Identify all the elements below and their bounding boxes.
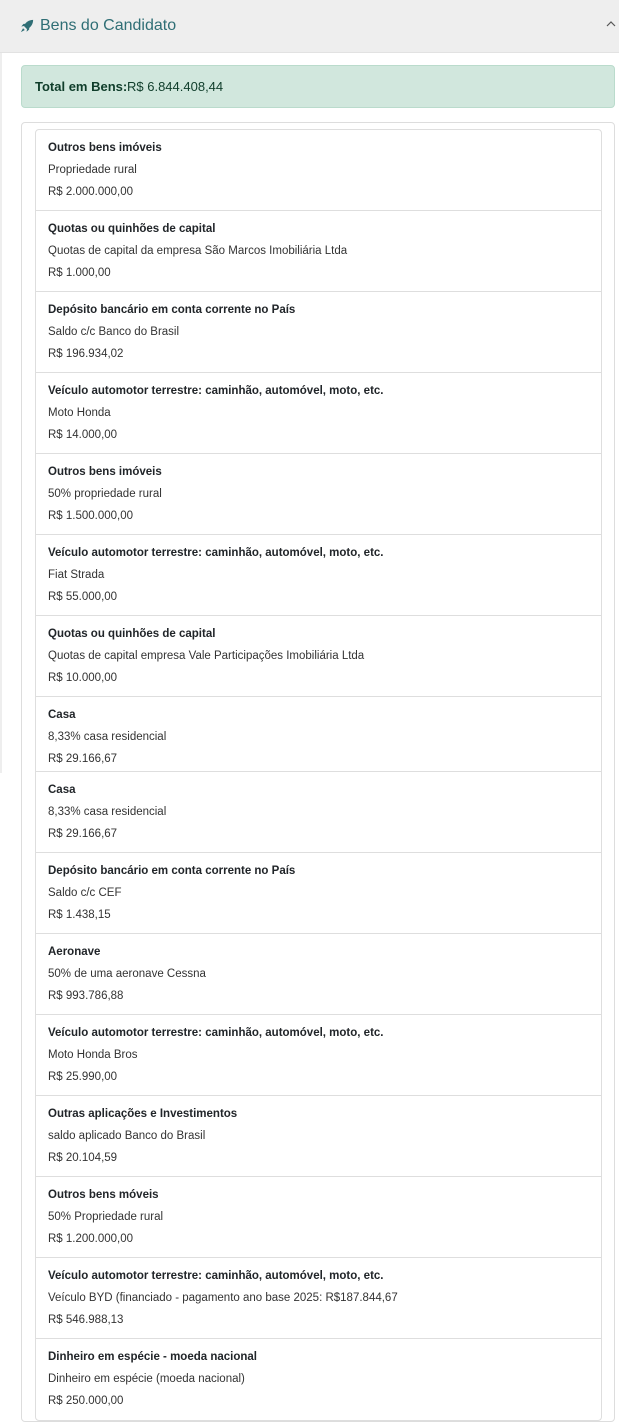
asset-description: Veículo BYD (financiado - pagamento ano … [48, 1292, 398, 1304]
asset-value: R$ 29.166,67 [48, 828, 118, 840]
total-value: R$ 6.844.408,44 [127, 79, 224, 94]
asset-description: Moto Honda Bros [48, 1049, 138, 1061]
asset-description: Saldo c/c Banco do Brasil [48, 326, 180, 338]
asset-type: Veículo automotor terrestre: caminhão, a… [48, 1027, 384, 1039]
asset-value: R$ 55.000,00 [48, 591, 118, 603]
asset-description: Fiat Strada [48, 569, 105, 581]
asset-type: Outras aplicações e Investimentos [48, 1108, 238, 1120]
list-item: Outros bens imóveis 50% propriedade rural… [36, 454, 601, 535]
rocket-icon [20, 19, 34, 33]
asset-value: R$ 993.786,88 [48, 990, 124, 1002]
asset-type: Outros bens imóveis [48, 142, 162, 154]
asset-value: R$ 29.166,67 [48, 753, 118, 765]
panel-left-border [0, 53, 2, 773]
list-item: Veículo automotor terrestre: caminhão, a… [36, 1258, 601, 1339]
list-item: Quotas ou quinhões de capital Quotas de c… [36, 211, 601, 292]
list-item: Veículo automotor terrestre: caminhão, a… [36, 535, 601, 616]
asset-type: Veículo automotor terrestre: caminhão, a… [48, 385, 384, 397]
asset-description: Dinheiro em espécie (moeda nacional) [48, 1373, 245, 1385]
asset-type: Outros bens móveis [48, 1189, 159, 1201]
asset-type: Quotas ou quinhões de capital [48, 628, 216, 640]
list-item: Dinheiro em espécie - moeda nacional Dinh… [36, 1339, 601, 1420]
asset-description: 50% de uma aeronave Cessna [48, 968, 206, 980]
asset-type: Depósito bancário em conta corrente no P… [48, 304, 296, 316]
asset-value: R$ 10.000,00 [48, 672, 118, 684]
panel-header[interactable]: Bens do Candidato [0, 0, 619, 53]
asset-type: Veículo automotor terrestre: caminhão, a… [48, 1270, 384, 1282]
list-item: Quotas ou quinhões de capital Quotas de c… [36, 616, 601, 697]
asset-description: Quotas de capital da empresa São Marcos … [48, 245, 348, 257]
asset-value: R$ 25.990,00 [48, 1071, 118, 1083]
asset-description: Saldo c/c CEF [48, 887, 122, 899]
asset-value: R$ 250.000,00 [48, 1395, 124, 1407]
asset-value: R$ 14.000,00 [48, 429, 118, 441]
asset-type: Dinheiro em espécie - moeda nacional [48, 1351, 257, 1363]
asset-description: saldo aplicado Banco do Brasil [48, 1130, 206, 1142]
asset-value: R$ 546.988,13 [48, 1314, 124, 1326]
asset-value: R$ 1.438,15 [48, 909, 111, 921]
list-item: Depósito bancário em conta corrente no P… [36, 292, 601, 373]
list-item: Depósito bancário em conta corrente no P… [36, 853, 601, 934]
list-item: Casa 8,33% casa residencial R$ 29.166,67 [36, 772, 601, 853]
asset-description: 8,33% casa residencial [48, 731, 167, 743]
asset-type: Outros bens imóveis [48, 466, 162, 478]
asset-description: 50% propriedade rural [48, 488, 162, 500]
asset-value: R$ 1.200.000,00 [48, 1233, 134, 1245]
total-assets-alert: Total em Bens: R$ 6.844.408,44 [21, 65, 615, 108]
asset-description: 8,33% casa residencial [48, 806, 167, 818]
asset-type: Quotas ou quinhões de capital [48, 223, 216, 235]
list-item: Outros bens móveis 50% Propriedade rural R… [36, 1177, 601, 1258]
list-item: Veículo automotor terrestre: caminhão, a… [36, 373, 601, 454]
asset-value: R$ 1.500.000,00 [48, 510, 134, 522]
asset-value: R$ 20.104,59 [48, 1152, 118, 1164]
list-item: Outras aplicações e Investimentos saldo a… [36, 1096, 601, 1177]
list-item: Casa 8,33% casa residencial R$ 29.166,67 [36, 697, 601, 772]
asset-type: Aeronave [48, 946, 101, 958]
panel-title: Bens do Candidato [40, 17, 177, 34]
asset-value: R$ 1.000,00 [48, 267, 111, 279]
list-item: Outros bens imóveis Propriedade rural R$ 2… [36, 130, 601, 211]
asset-list: Outros bens imóveis Propriedade rural R$ 2… [35, 129, 602, 1421]
asset-description: 50% Propriedade rural [48, 1211, 164, 1223]
asset-description: Quotas de capital empresa Vale Participa… [48, 650, 365, 662]
list-item: Aeronave 50% de uma aeronave Cessna R$ 993… [36, 934, 601, 1015]
list-item: Veículo automotor terrestre: caminhão, a… [36, 1015, 601, 1096]
asset-type: Veículo automotor terrestre: caminhão, a… [48, 547, 384, 559]
asset-value: R$ 2.000.000,00 [48, 186, 134, 198]
asset-type: Casa [48, 709, 76, 721]
asset-type: Casa [48, 784, 76, 796]
asset-description: Moto Honda [48, 407, 111, 419]
chevron-up-icon[interactable] [605, 18, 617, 30]
asset-type: Depósito bancário em conta corrente no P… [48, 865, 296, 877]
asset-description: Propriedade rural [48, 164, 137, 176]
asset-value: R$ 196.934,02 [48, 348, 124, 360]
total-label: Total em Bens: [35, 79, 128, 94]
